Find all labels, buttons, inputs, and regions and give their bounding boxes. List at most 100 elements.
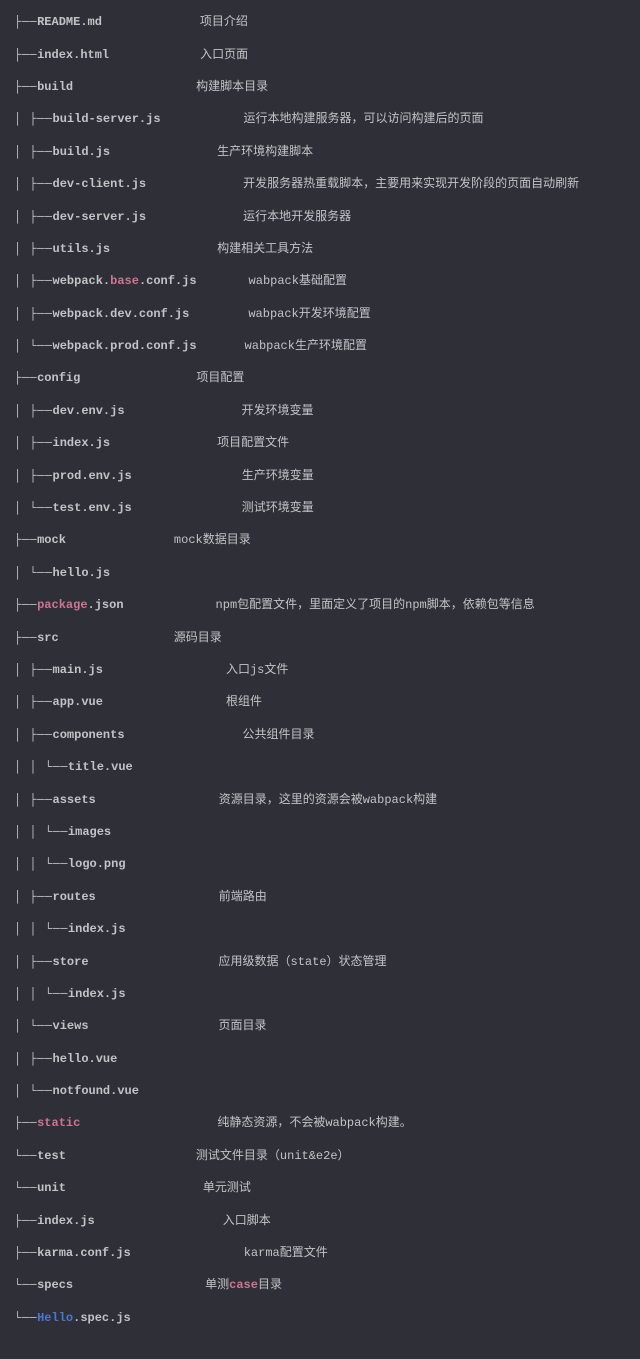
tree-line: ├── config 项目配置 (14, 362, 626, 394)
file-name: unit (37, 1182, 66, 1194)
file-name: main.js (53, 664, 103, 676)
name-part: views (53, 1019, 89, 1033)
file-name: package.json (37, 599, 123, 611)
file-name: utils.js (53, 243, 111, 255)
tree-line: │ ├── index.js项目配置文件 (14, 427, 626, 459)
file-name: build-server.js (53, 113, 161, 125)
tree-line: │ ├── webpack.base.conf.jswabpack基础配置 (14, 265, 626, 297)
name-part: config (37, 371, 80, 385)
file-name: config (37, 372, 80, 384)
file-description: 纯静态资源，不会被wabpack构建。 (217, 1117, 411, 1129)
file-description: 测试环境变量 (242, 502, 314, 514)
tree-branch: │ └── (14, 1085, 53, 1097)
tree-branch: └── (14, 1279, 37, 1291)
tree-line: │ ├── app.vue根组件 (14, 686, 626, 718)
tree-branch: │ ├── (14, 664, 53, 676)
file-name: index.html (37, 49, 109, 61)
tree-line: └── test测试文件目录（unit&e2e） (14, 1140, 626, 1172)
tree-line: └── specs单测case目录 (14, 1269, 626, 1301)
name-part: README.md (37, 15, 102, 29)
tree-branch: ├── (14, 534, 37, 546)
file-name: components (53, 729, 125, 741)
file-description: 生产环境构建脚本 (217, 146, 313, 158)
name-part: .spec.js (73, 1311, 131, 1325)
file-description: 构建相关工具方法 (217, 243, 313, 255)
file-description: karma配置文件 (244, 1247, 328, 1259)
tree-branch: ├── (14, 632, 37, 644)
name-part: assets (53, 793, 96, 807)
tree-line: ├── static纯静态资源，不会被wabpack构建。 (14, 1107, 626, 1139)
tree-branch: ├── (14, 49, 37, 61)
file-description: 资源目录，这里的资源会被wabpack构建 (219, 794, 437, 806)
file-name: routes (53, 891, 96, 903)
file-description: 入口页面 (200, 49, 248, 61)
name-part: webpack.prod.conf.js (53, 339, 197, 353)
name-part: .json (88, 598, 124, 612)
tree-branch: ├── (14, 599, 37, 611)
tree-branch: ├── (14, 372, 37, 384)
tree-branch: └── (14, 1150, 37, 1162)
file-description: 应用级数据（state）状态管理 (219, 956, 387, 968)
file-name: index.js (68, 923, 126, 935)
tree-branch: │ └── (14, 567, 53, 579)
tree-line: │ ├── assets资源目录，这里的资源会被wabpack构建 (14, 783, 626, 815)
tree-branch: │ │ └── (14, 761, 68, 773)
name-part: images (68, 825, 111, 839)
tree-branch: └── (14, 1182, 37, 1194)
name-part: .conf.js (139, 274, 197, 288)
tree-branch: │ ├── (14, 891, 53, 903)
file-name: assets (53, 794, 96, 806)
file-description: 开发服务器热重载脚本，主要用来实现开发阶段的页面自动刷新 (243, 178, 579, 190)
file-description: wabpack生产环境配置 (245, 340, 367, 352)
file-description: mock数据目录 (174, 534, 251, 546)
tree-line: │ ├── routes 前端路由 (14, 881, 626, 913)
tree-branch: │ └── (14, 502, 53, 514)
file-name: hello.js (53, 567, 111, 579)
tree-branch: │ ├── (14, 1053, 53, 1065)
file-name: index.js (53, 437, 111, 449)
file-name: build.js (53, 146, 111, 158)
tree-line: ├── karma.conf.jskarma配置文件 (14, 1237, 626, 1269)
desc-part: 目录 (258, 1278, 282, 1292)
name-part: package (37, 598, 87, 612)
tree-line: └── unit单元测试 (14, 1172, 626, 1204)
tree-line: │ ├── main.js入口js文件 (14, 654, 626, 686)
file-description: 项目介绍 (200, 16, 248, 28)
name-part: hello.vue (53, 1052, 118, 1066)
name-part: index.html (37, 48, 109, 62)
name-part: dev.env.js (53, 404, 125, 418)
name-part: build (37, 80, 73, 94)
name-part: webpack. (53, 274, 111, 288)
tree-line: ├── build构建脚本目录 (14, 71, 626, 103)
tree-line: │ ├── build-server.js运行本地构建服务器，可以访问构建后的页… (14, 103, 626, 135)
name-part: app.vue (53, 695, 103, 709)
file-tree: ├── README.md 项目介绍 ├── index.html 入口页面 ├── b… (14, 6, 626, 1334)
tree-line: │ ├── store应用级数据（state）状态管理 (14, 945, 626, 977)
name-part: base (110, 274, 139, 288)
file-name: index.js (37, 1215, 95, 1227)
name-part: webpack.dev.conf.js (53, 307, 190, 321)
file-description: 运行本地开发服务器 (243, 211, 351, 223)
file-name: hello.vue (53, 1053, 118, 1065)
tree-line: │ └── hello.js (14, 557, 626, 589)
file-name: prod.env.js (53, 470, 132, 482)
tree-line: │ ├── dev-server.js运行本地开发服务器 (14, 200, 626, 232)
tree-branch: │ ├── (14, 470, 53, 482)
tree-line: └── Hello.spec.js (14, 1302, 626, 1334)
file-name: test.env.js (53, 502, 132, 514)
tree-branch: │ └── (14, 340, 53, 352)
tree-branch: │ ├── (14, 178, 53, 190)
file-description: 单测case目录 (205, 1279, 282, 1291)
name-part: dev-client.js (53, 177, 147, 191)
tree-line: ├── index.html 入口页面 (14, 38, 626, 70)
tree-line: │ │ └── images (14, 816, 626, 848)
name-part: test.env.js (53, 501, 132, 515)
file-description: 前端路由 (219, 891, 267, 903)
tree-line: ├── index.js入口脚本 (14, 1204, 626, 1236)
file-description: 项目配置 (196, 372, 244, 384)
tree-line: │ └── notfound.vue (14, 1075, 626, 1107)
file-description: 入口脚本 (223, 1215, 271, 1227)
file-name: test (37, 1150, 66, 1162)
name-part: routes (53, 890, 96, 904)
file-name: store (53, 956, 89, 968)
